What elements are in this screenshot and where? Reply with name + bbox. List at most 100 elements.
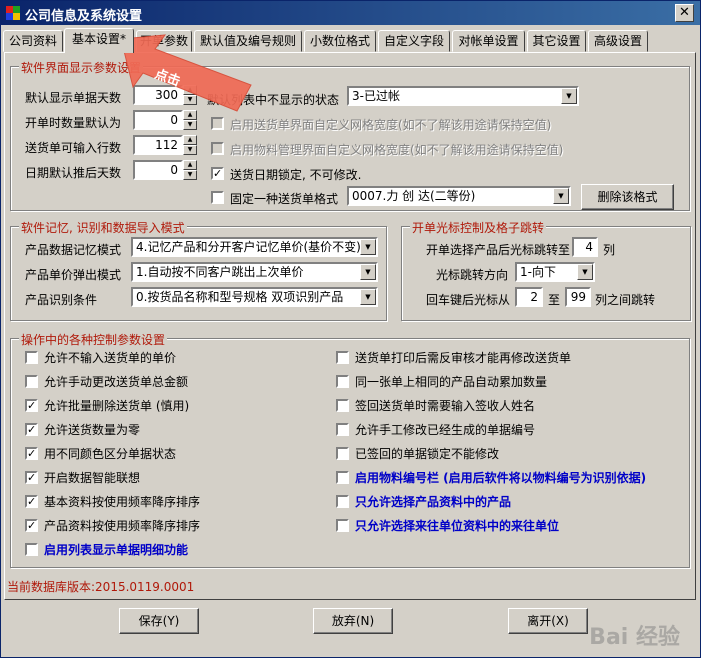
option-checkbox[interactable]: ✓ [25,399,38,412]
option-checkbox[interactable] [336,375,349,388]
option-checkbox[interactable] [336,471,349,484]
enter-label: 回车键后光标从 [426,293,511,307]
option-checkbox[interactable]: ✓ [25,471,38,484]
group-title: 操作中的各种控制参数设置 [19,331,168,348]
mem-mode-select[interactable]: 4.记忆产品和分开客户记忆单价(基价不变) ▼ [131,237,378,257]
days-label: 默认显示单据天数 [25,91,122,105]
rows-label: 送货单可输入行数 [25,141,122,155]
tab-advanced-settings[interactable]: 高级设置 [588,30,648,52]
hidden-status-value: 3-已过帐 [352,89,400,103]
option-checkbox[interactable] [25,375,38,388]
enter-from-input[interactable]: 2 [515,287,543,307]
option-label: 允许手工修改已经生成的单据编号 [355,423,536,437]
tab-company-info[interactable]: 公司资料 [3,30,63,52]
cancel-button[interactable]: 放弃(N) [313,608,393,634]
format-value: 0007.力 创 达(二等份) [352,189,476,203]
chevron-down-icon: ▼ [360,264,376,280]
custom-grid-checkbox[interactable] [211,117,224,130]
tab-custom-fields[interactable]: 自定义字段 [378,30,450,52]
option-label: 开启数据智能联想 [44,471,141,485]
price-mode-label: 产品单价弹出模式 [25,268,122,282]
watermark: Bai 经验 [589,625,680,650]
display-settings-group: 软件界面显示参数设置 默认显示单据天数 300 ▲▼ 开单时数量默认为 0 ▲▼… [10,59,690,211]
option-checkbox[interactable]: ✓ [25,447,38,460]
cursor-control-group: 开单光标控制及格子跳转 开单选择产品后光标跳转至 4 列 光标跳转方向 1-向下… [401,219,691,321]
option-label: 签回送货单时需要输入签收人姓名 [355,399,536,413]
tab-panel: 软件界面显示参数设置 默认显示单据天数 300 ▲▼ 开单时数量默认为 0 ▲▼… [4,52,696,600]
exit-button[interactable]: 离开(X) [508,608,588,634]
title-bar: 公司信息及系统设置 ✕ [1,1,700,25]
enter-tail-label: 列之间跳转 [595,293,656,307]
mem-mode-value: 4.记忆产品和分开客户记忆单价(基价不变) [136,240,361,254]
direction-label: 光标跳转方向 [436,268,509,282]
memory-mode-group: 软件记忆, 识别和数据导入模式 产品数据记忆模式 4.记忆产品和分开客户记忆单价… [10,219,387,321]
option-label: 用不同颜色区分单据状态 [44,447,177,461]
settings-window: 公司信息及系统设置 ✕ 公司资料 基本设置* 开单参数 默认值及编号规则 小数位… [0,0,701,658]
tab-statement-settings[interactable]: 对帐单设置 [452,30,525,52]
option-label: 允许不输入送货单的单价 [44,351,177,365]
material-grid-checkbox[interactable] [211,142,224,155]
rows-input[interactable]: 112 [133,135,183,155]
mem-mode-label: 产品数据记忆模式 [25,243,122,257]
operation-control-group: 操作中的各种控制参数设置 允许不输入送货单的单价 允许手动更改送货单总金额 ✓ 允许批… [10,331,690,568]
rows-spinner[interactable]: ▲ ▼ [183,135,197,155]
option-label: 允许批量删除送货单 (慎用) [44,399,190,413]
qty-label: 开单时数量默认为 [25,116,122,130]
option-label: 启用列表显示单据明细功能 [44,543,189,557]
option-label: 只允许选择产品资料中的产品 [355,495,512,509]
hidden-status-select[interactable]: 3-已过帐 ▼ [347,86,579,106]
option-label: 已签回的单据锁定不能修改 [355,447,500,461]
delete-format-button[interactable]: 删除该格式 [581,184,674,210]
save-button[interactable]: 保存(Y) [119,608,199,634]
option-checkbox[interactable] [336,519,349,532]
direction-value: 1-向下 [520,265,556,279]
enter-to-input[interactable]: 99 [565,287,591,307]
window-title: 公司信息及系统设置 [25,9,143,24]
option-checkbox[interactable] [336,423,349,436]
option-label: 同一张单上相同的产品自动累加数量 [355,375,548,389]
ident-select[interactable]: 0.按货品名称和型号规格 双项识别产品 ▼ [131,287,378,307]
option-label: 只允许选择来往单位资料中的来往单位 [355,519,560,533]
option-checkbox[interactable] [336,399,349,412]
close-button[interactable]: ✕ [675,4,694,22]
price-mode-select[interactable]: 1.自动按不同客户跳出上次单价 ▼ [131,262,378,282]
option-checkbox[interactable] [336,495,349,508]
group-title: 开单光标控制及格子跳转 [410,219,547,236]
material-grid-label: 启用物料管理界面自定义网格宽度(如不了解该用途请保持空值) [230,143,564,157]
delay-label: 日期默认推后天数 [25,166,122,180]
option-label: 允许手动更改送货单总金额 [44,375,189,389]
format-select[interactable]: 0007.力 创 达(二等份) ▼ [347,186,571,206]
db-version-status: 当前数据库版本:2015.0119.0001 [7,580,195,594]
group-title: 软件记忆, 识别和数据导入模式 [19,219,187,236]
option-checkbox[interactable]: ✓ [25,423,38,436]
chevron-down-icon: ▼ [360,289,376,305]
option-checkbox[interactable] [25,351,38,364]
ident-value: 0.按货品名称和型号规格 双项识别产品 [136,290,344,304]
date-lock-checkbox[interactable]: ✓ [211,167,224,180]
custom-grid-label: 启用送货单界面自定义网格宽度(如不了解该用途请保持空值) [230,118,552,132]
option-checkbox[interactable]: ✓ [25,495,38,508]
jump-label: 开单选择产品后光标跳转至 [426,243,571,257]
option-checkbox[interactable] [25,543,38,556]
fixed-format-checkbox[interactable] [211,191,224,204]
app-icon [6,6,20,20]
direction-select[interactable]: 1-向下 ▼ [515,262,595,282]
option-label: 产品资料按使用频率降序排序 [44,519,201,533]
option-checkbox[interactable] [336,447,349,460]
option-label: 启用物料编号栏 (启用后软件将以物料编号为识别依据) [355,471,647,485]
tab-other-settings[interactable]: 其它设置 [527,30,586,52]
chevron-down-icon: ▼ [561,88,577,104]
option-checkbox[interactable] [336,351,349,364]
delay-input[interactable]: 0 [133,160,183,180]
jump-input[interactable]: 4 [572,237,598,257]
chevron-down-icon: ▼ [360,239,376,255]
delay-spinner[interactable]: ▲ ▼ [183,160,197,180]
chevron-down-icon: ▼ [577,264,593,280]
price-mode-value: 1.自动按不同客户跳出上次单价 [136,265,304,279]
option-label: 允许送货数量为零 [44,423,141,437]
tab-decimal-format[interactable]: 小数位格式 [304,30,376,52]
tab-basic-settings[interactable]: 基本设置* [64,28,134,53]
enter-to-label: 至 [548,293,561,307]
option-checkbox[interactable]: ✓ [25,519,38,532]
arrow-icon [120,34,252,112]
